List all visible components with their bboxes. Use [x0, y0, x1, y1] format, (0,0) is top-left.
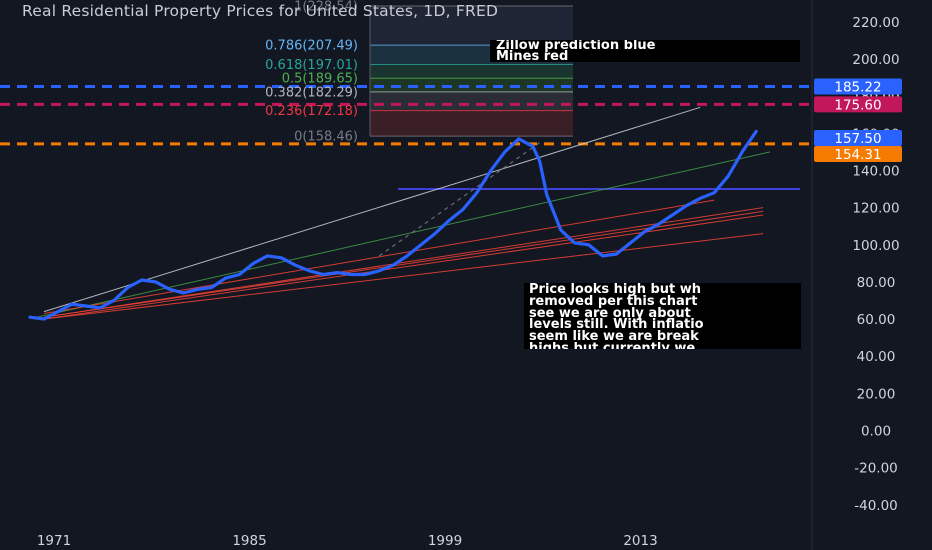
y-tick-label: 60.00 [857, 312, 896, 328]
fib-zone-band [370, 64, 573, 79]
price-tag-label: 185.22 [834, 79, 881, 95]
y-tick-label: 40.00 [857, 349, 896, 365]
chart-canvas[interactable]: 1(228.54)0.786(207.49)0.618(197.01)0.5(1… [0, 0, 932, 550]
price-tag-label: 154.31 [834, 147, 881, 163]
fib-zone-band [370, 110, 573, 137]
y-tick-label: 200.00 [852, 52, 899, 68]
x-tick-label: 2013 [623, 533, 657, 549]
y-tick-label: 20.00 [857, 386, 896, 402]
fib-level-label: 0.382(182.29) [265, 85, 358, 100]
x-tick-label: 1999 [428, 533, 462, 549]
y-tick-label: -40.00 [854, 498, 898, 514]
note-annotation[interactable]: Price looks high but wh removed per this… [524, 283, 801, 349]
fib-level-label: 0.786(207.49) [265, 39, 358, 54]
y-tick-label: 100.00 [852, 238, 899, 254]
price-tag-label: 175.60 [834, 97, 881, 113]
y-tick-label: -20.00 [854, 461, 898, 477]
fib-zone-band [370, 91, 573, 111]
y-tick-label: 140.00 [852, 163, 899, 179]
fib-retracement-tool[interactable] [369, 5, 573, 137]
y-tick-label: 80.00 [857, 275, 896, 291]
y-tick-label: 120.00 [852, 201, 899, 217]
fib-level-label: 0.236(172.18) [265, 104, 358, 119]
zillow-annotation[interactable]: Zillow prediction blue Mines red [490, 40, 800, 62]
x-tick-label: 1971 [37, 533, 71, 549]
chart-title: Real Residential Property Prices for Uni… [22, 2, 499, 20]
price-tag-label: 157.50 [834, 131, 881, 147]
y-tick-label: 0.00 [861, 424, 891, 440]
x-tick-label: 1985 [232, 533, 266, 549]
y-tick-label: 220.00 [852, 15, 899, 31]
fib-level-label: 0(158.46) [294, 130, 358, 145]
